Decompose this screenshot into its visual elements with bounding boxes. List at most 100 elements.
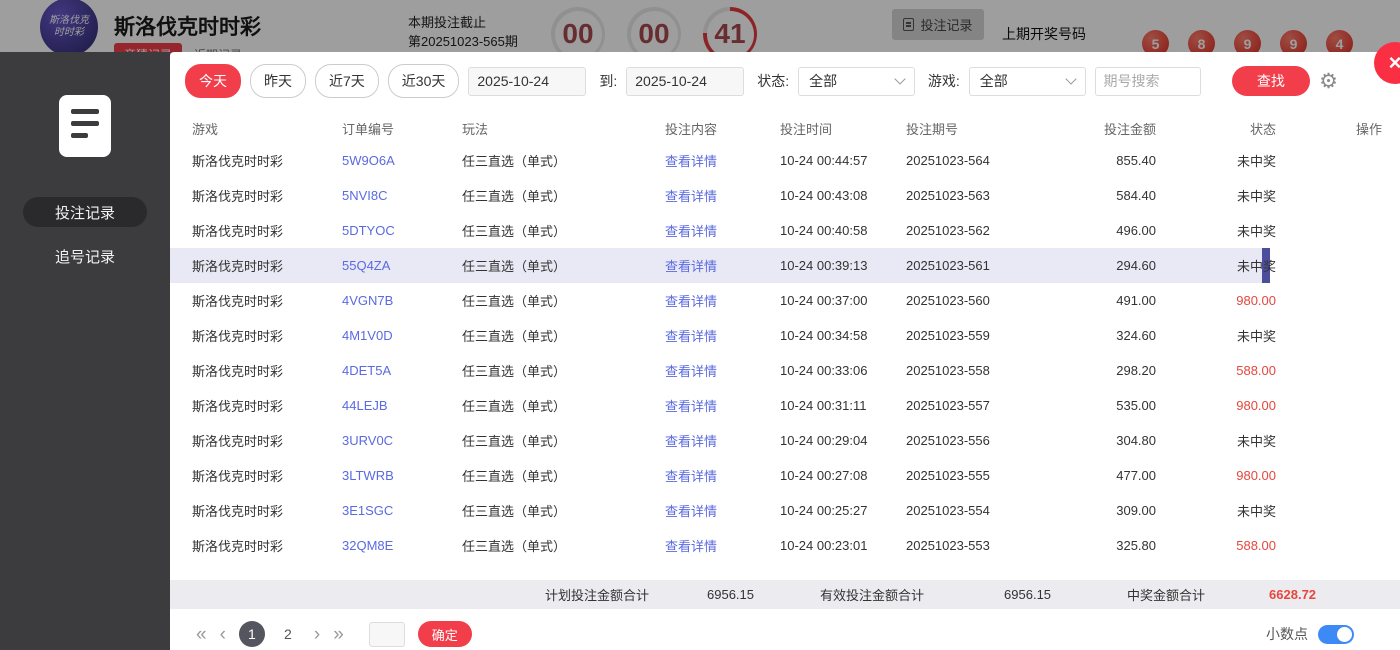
view-detail-link[interactable]: 查看详情 [665, 399, 717, 414]
view-detail-link[interactable]: 查看详情 [665, 504, 717, 519]
settings-gear-icon[interactable]: ⚙ [1319, 69, 1338, 94]
cell-bet-content: 查看详情 [602, 431, 780, 450]
valid-total-value: 6956.15 [1004, 587, 1051, 602]
table-row[interactable]: 斯洛伐克时时彩5DTYOC任三直选（单式）查看详情10-24 00:40:582… [170, 213, 1400, 248]
filter-bar: 今天 昨天 近7天 近30天 到: 状态: 全部 游戏: 全部 查找 ⚙ [185, 65, 1380, 97]
cell-bet-time: 10-24 00:23:01 [780, 538, 906, 553]
game-select[interactable]: 全部 [969, 67, 1086, 96]
date-to-input[interactable] [626, 67, 744, 96]
chevron-down-icon [1065, 73, 1076, 84]
order-number-link[interactable]: 55Q4ZA [342, 258, 462, 273]
cell-bet-content: 查看详情 [602, 291, 780, 310]
status-select[interactable]: 全部 [798, 67, 915, 96]
cell-bet-content: 查看详情 [602, 186, 780, 205]
win-total-value: 6628.72 [1269, 587, 1316, 602]
table-row[interactable]: 斯洛伐克时时彩3LTWRB任三直选（单式）查看详情10-24 00:27:082… [170, 458, 1400, 493]
cell-status: 未中奖 [1156, 151, 1276, 170]
table-row[interactable]: 斯洛伐克时时彩3E1SGC任三直选（单式）查看详情10-24 00:25:272… [170, 493, 1400, 528]
next-page-icon[interactable]: › [314, 625, 320, 644]
view-detail-link[interactable]: 查看详情 [665, 469, 717, 484]
table-row[interactable]: 斯洛伐克时时彩32QM8E任三直选（单式）查看详情10-24 00:23:012… [170, 528, 1400, 563]
cell-game: 斯洛伐克时时彩 [192, 466, 342, 485]
cell-bet-period: 20251023-562 [906, 223, 1052, 238]
order-number-link[interactable]: 4VGN7B [342, 293, 462, 308]
order-number-link[interactable]: 5NVI8C [342, 188, 462, 203]
order-number-link[interactable]: 4M1V0D [342, 328, 462, 343]
view-detail-link[interactable]: 查看详情 [665, 329, 717, 344]
order-number-link[interactable]: 3LTWRB [342, 468, 462, 483]
view-detail-link[interactable]: 查看详情 [665, 364, 717, 379]
cell-bet-content: 查看详情 [602, 151, 780, 170]
table-row[interactable]: 斯洛伐克时时彩5NVI8C任三直选（单式）查看详情10-24 00:43:082… [170, 178, 1400, 213]
cell-bet-content: 查看详情 [602, 536, 780, 555]
last-page-icon[interactable]: » [333, 625, 344, 644]
view-detail-link[interactable]: 查看详情 [665, 154, 717, 169]
cell-bet-amount: 491.00 [1052, 293, 1156, 308]
page-numbers: 12 [239, 621, 301, 647]
view-detail-link[interactable]: 查看详情 [665, 259, 717, 274]
cell-bet-time: 10-24 00:25:27 [780, 503, 906, 518]
column-header: 投注时间 [780, 119, 906, 138]
prev-page-icon[interactable]: ‹ [220, 625, 226, 644]
range-7days-button[interactable]: 近7天 [315, 64, 379, 98]
page-jump-input[interactable] [369, 622, 405, 647]
summary-bar: 计划投注金额合计 6956.15 有效投注金额合计 6956.15 中奖金额合计… [170, 580, 1400, 609]
cell-game: 斯洛伐克时时彩 [192, 501, 342, 520]
cell-game: 斯洛伐克时时彩 [192, 256, 342, 275]
order-number-link[interactable]: 44LEJB [342, 398, 462, 413]
view-detail-link[interactable]: 查看详情 [665, 189, 717, 204]
order-number-link[interactable]: 4DET5A [342, 363, 462, 378]
modal-sidebar: 投注记录 追号记录 [0, 52, 170, 650]
view-detail-link[interactable]: 查看详情 [665, 434, 717, 449]
order-number-link[interactable]: 5W9O6A [342, 153, 462, 168]
view-detail-link[interactable]: 查看详情 [665, 224, 717, 239]
cell-bet-period: 20251023-554 [906, 503, 1052, 518]
cell-bet-period: 20251023-560 [906, 293, 1052, 308]
date-to-label: 到: [599, 71, 617, 91]
table-row[interactable]: 斯洛伐克时时彩4VGN7B任三直选（单式）查看详情10-24 00:37:002… [170, 283, 1400, 318]
cell-status: 未中奖 [1156, 431, 1276, 450]
cell-play-type: 任三直选（单式） [462, 186, 602, 205]
order-number-link[interactable]: 5DTYOC [342, 223, 462, 238]
cell-play-type: 任三直选（单式） [462, 466, 602, 485]
page-number-2[interactable]: 2 [275, 621, 301, 647]
status-select-value: 全部 [809, 71, 837, 91]
pagination-bar: « ‹ 12 › » 确定 小数点 [196, 621, 1380, 647]
order-number-link[interactable]: 3URV0C [342, 433, 462, 448]
table-row[interactable]: 斯洛伐克时时彩4M1V0D任三直选（单式）查看详情10-24 00:34:582… [170, 318, 1400, 353]
status-label: 状态: [757, 71, 789, 91]
cell-game: 斯洛伐克时时彩 [192, 221, 342, 240]
cell-bet-content: 查看详情 [602, 396, 780, 415]
valid-total-label: 有效投注金额合计 [820, 585, 924, 604]
view-detail-link[interactable]: 查看详情 [665, 294, 717, 309]
table-row[interactable]: 斯洛伐克时时彩4DET5A任三直选（单式）查看详情10-24 00:33:062… [170, 353, 1400, 388]
table-row[interactable]: 斯洛伐克时时彩44LEJB任三直选（单式）查看详情10-24 00:31:112… [170, 388, 1400, 423]
table-row[interactable]: 斯洛伐克时时彩5W9O6A任三直选（单式）查看详情10-24 00:44:572… [170, 143, 1400, 178]
first-page-icon[interactable]: « [196, 625, 207, 644]
table-row[interactable]: 斯洛伐克时时彩3URV0C任三直选（单式）查看详情10-24 00:29:042… [170, 423, 1400, 458]
order-number-link[interactable]: 32QM8E [342, 538, 462, 553]
cell-status: 未中奖 [1156, 186, 1276, 205]
cell-status: 588.00 [1156, 363, 1276, 378]
range-today-button[interactable]: 今天 [185, 64, 241, 98]
page-number-1[interactable]: 1 [239, 621, 265, 647]
date-from-input[interactable] [468, 67, 586, 96]
view-detail-link[interactable]: 查看详情 [665, 539, 717, 554]
period-search-input[interactable] [1095, 67, 1201, 96]
cell-bet-amount: 325.80 [1052, 538, 1156, 553]
cell-bet-content: 查看详情 [602, 361, 780, 380]
decimal-toggle[interactable] [1318, 625, 1354, 644]
sidebar-item-chase-records[interactable]: 追号记录 [23, 241, 147, 271]
confirm-page-button[interactable]: 确定 [418, 621, 472, 647]
table-row[interactable]: 斯洛伐克时时彩55Q4ZA任三直选（单式）查看详情10-24 00:39:132… [170, 248, 1400, 283]
cell-bet-period: 20251023-555 [906, 468, 1052, 483]
order-number-link[interactable]: 3E1SGC [342, 503, 462, 518]
range-yesterday-button[interactable]: 昨天 [250, 64, 306, 98]
table-header-row: 游戏订单编号玩法投注内容投注时间投注期号投注金额状态操作 [170, 113, 1400, 143]
search-button[interactable]: 查找 [1232, 66, 1311, 96]
range-30days-button[interactable]: 近30天 [388, 64, 460, 98]
column-header: 游戏 [192, 119, 342, 138]
sidebar-item-bet-records[interactable]: 投注记录 [23, 197, 147, 227]
cell-bet-amount: 294.60 [1052, 258, 1156, 273]
page: 斯洛伐克 时时彩 斯洛伐克时时彩 竞猜记录 近期记录 本期投注截止 第20251… [0, 0, 1400, 650]
